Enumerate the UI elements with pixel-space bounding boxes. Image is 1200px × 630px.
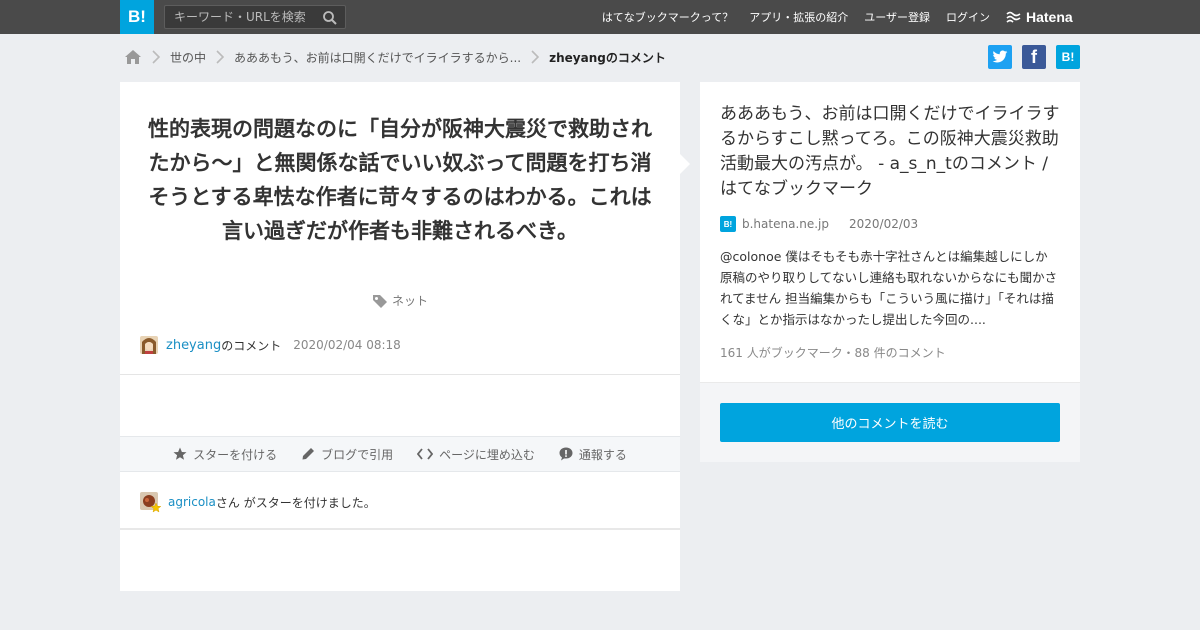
comment-actions: スターを付ける ブログで引用 ページに埋め込む 通報する	[120, 436, 680, 472]
star-icon	[173, 447, 187, 460]
search-input[interactable]	[174, 9, 314, 25]
author-name[interactable]: zheyang	[166, 338, 221, 353]
site-favicon: B!	[720, 216, 736, 232]
hatena-brand-link[interactable]: Hatena	[1006, 8, 1073, 26]
entry-domain[interactable]: b.hatena.ne.jp	[742, 217, 829, 231]
nav-apps[interactable]: アプリ・拡張の紹介	[749, 9, 848, 25]
author-suffix: のコメント	[221, 338, 282, 353]
star-user-name[interactable]: agricola	[168, 495, 216, 509]
twitter-bird-icon	[992, 50, 1008, 63]
breadcrumb: 世の中 あああもう、お前は口開くだけでイライラするから... zheyangのコ…	[124, 46, 666, 68]
comment-author: zheyang のコメント 2020/02/04 08:18	[140, 335, 401, 355]
entry-title[interactable]: あああもう、お前は口開くだけでイライラするからすこし黙ってろ。この阪神大震災救助…	[720, 102, 1064, 202]
breadcrumb-category[interactable]: 世の中	[170, 49, 206, 66]
divider	[120, 528, 680, 530]
code-icon	[417, 448, 434, 460]
nav-login[interactable]: ログイン	[946, 9, 990, 25]
breadcrumb-current: zheyangのコメント	[549, 50, 666, 65]
entry-stats[interactable]: 161 人がブックマーク・88 件のコメント	[720, 344, 946, 361]
hatena-wave-icon	[1006, 11, 1021, 23]
header-nav: はてなブックマークって？ アプリ・拡張の紹介 ユーザー登録 ログイン	[586, 0, 990, 34]
tag-label: ネット	[391, 294, 428, 308]
blog-quote-button[interactable]: ブログで引用	[301, 446, 393, 463]
entry-date: 2020/02/03	[849, 217, 919, 231]
comment-card: 性的表現の問題なのに「自分が阪神大震災で救助されたから～」と無関係な話でいい奴ぶ…	[120, 82, 680, 591]
home-icon[interactable]	[124, 49, 142, 65]
card-pointer-arrow	[680, 154, 690, 174]
nav-about[interactable]: はてなブックマークって？	[602, 9, 733, 25]
avatar[interactable]	[140, 336, 158, 354]
report-label: 通報する	[578, 447, 627, 462]
search-icon[interactable]	[322, 10, 338, 26]
hatena-bookmark-logo[interactable]: B!	[120, 0, 154, 34]
add-star-button[interactable]: スターを付ける	[173, 446, 277, 463]
speech-bubble-alert-icon	[559, 447, 573, 461]
comment-body: 性的表現の問題なのに「自分が阪神大震災で救助されたから～」と無関係な話でいい奴ぶ…	[148, 117, 652, 243]
comment-timestamp[interactable]: 2020/02/04 08:18	[293, 338, 401, 352]
add-star-label: スターを付ける	[193, 447, 278, 462]
read-other-comments-button[interactable]: 他のコメントを読む	[720, 403, 1060, 442]
entry-card-footer: 他のコメントを読む	[700, 382, 1080, 462]
report-button[interactable]: 通報する	[559, 446, 627, 463]
entry-description: @colonoe 僕はそもそも赤十字社さんとは編集越しにしか原稿のやり取りしてな…	[720, 249, 1058, 327]
divider	[120, 374, 680, 375]
chevron-right-icon	[531, 50, 540, 64]
star-notice: agricola さん がスターを付けました。	[140, 491, 376, 513]
nav-register[interactable]: ユーザー登録	[864, 9, 930, 25]
facebook-share-button[interactable]: f	[1022, 45, 1046, 69]
breadcrumb-entry[interactable]: あああもう、お前は口開くだけでイライラするから...	[234, 49, 521, 66]
blog-quote-label: ブログで引用	[321, 447, 394, 462]
search-box	[164, 5, 346, 29]
tag-icon	[372, 294, 387, 308]
embed-label: ページに埋め込む	[439, 447, 535, 462]
pencil-icon	[302, 448, 315, 460]
chevron-right-icon	[152, 50, 161, 64]
star-notice-text: さん がスターを付けました。	[215, 495, 376, 510]
hatena-share-button[interactable]: B!	[1056, 45, 1080, 69]
embed-button[interactable]: ページに埋め込む	[417, 446, 535, 463]
twitter-share-button[interactable]	[988, 45, 1012, 69]
top-bar: B! はてなブックマークって？ アプリ・拡張の紹介 ユーザー登録 ログイン Ha…	[0, 0, 1200, 34]
star-user-avatar[interactable]	[140, 492, 162, 513]
comment-tag[interactable]: ネット	[120, 292, 680, 309]
entry-meta: B! b.hatena.ne.jp 2020/02/03	[720, 216, 918, 232]
chevron-right-icon	[216, 50, 225, 64]
entry-card: あああもう、お前は口開くだけでイライラするからすこし黙ってろ。この阪神大震災救助…	[700, 82, 1080, 462]
hatena-brand-label: Hatena	[1026, 9, 1073, 25]
